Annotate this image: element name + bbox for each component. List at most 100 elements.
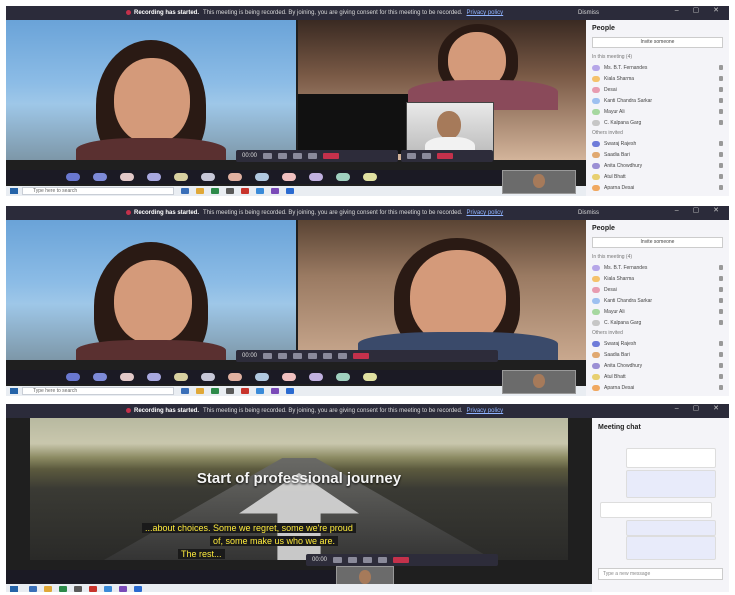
share-icon[interactable] — [363, 557, 373, 563]
participant-row[interactable]: Mayur Ali — [586, 106, 729, 117]
taskbar-app-icon[interactable] — [196, 388, 204, 394]
taskbar-app-icon[interactable] — [286, 188, 294, 194]
hang-up-button[interactable] — [323, 153, 340, 159]
mic-icon[interactable] — [348, 557, 358, 563]
video-thumbnail[interactable] — [502, 170, 576, 194]
participant-avatar-icon[interactable] — [255, 173, 269, 181]
privacy-policy-link[interactable]: Privacy policy — [467, 408, 504, 414]
taskbar-app-icon[interactable] — [59, 586, 67, 592]
window-controls[interactable]: – ▢ ✕ — [675, 6, 725, 14]
participant-row[interactable]: Atul Bhatt — [586, 371, 729, 382]
participant-row[interactable]: Anita Chowdhury — [586, 160, 729, 171]
participant-avatar-icon[interactable] — [255, 373, 269, 381]
participant-row[interactable]: Aparna Desai — [586, 182, 729, 193]
participant-row[interactable]: Saadia Bari — [586, 349, 729, 360]
participant-row[interactable]: Aparna Desai — [586, 382, 729, 393]
taskbar-app-icon[interactable] — [44, 586, 52, 592]
taskbar-app-icon[interactable] — [241, 188, 249, 194]
participant-row[interactable]: Kanti Chandra Sarkar — [586, 295, 729, 306]
participant-row[interactable]: Kanti Chandra Sarkar — [586, 95, 729, 106]
hang-up-button[interactable] — [393, 557, 410, 563]
camera-icon[interactable] — [333, 557, 343, 563]
invite-someone-button[interactable]: Invite someone — [592, 37, 723, 48]
window-controls[interactable]: – ▢ ✕ — [675, 404, 725, 412]
taskbar-app-icon[interactable] — [211, 388, 219, 394]
participant-avatar-icon[interactable] — [120, 173, 134, 181]
participant-row[interactable]: Desai — [586, 84, 729, 95]
participant-avatar-icon[interactable] — [174, 373, 188, 381]
taskbar-app-icon[interactable] — [256, 388, 264, 394]
participant-row[interactable]: C. Kalpana Garg — [586, 117, 729, 128]
taskbar-app-icon[interactable] — [286, 388, 294, 394]
participant-avatar-icon[interactable] — [336, 173, 350, 181]
participant-row[interactable]: Ms. B.T. Fernandes — [586, 262, 729, 273]
participant-row[interactable]: Kiala Sharma — [586, 273, 729, 284]
dismiss-button[interactable]: Dismiss — [578, 206, 599, 220]
participant-avatar-icon[interactable] — [66, 173, 80, 181]
taskbar-app-icon[interactable] — [226, 188, 234, 194]
more-icon[interactable] — [308, 153, 318, 159]
participant-avatar-icon[interactable] — [201, 173, 215, 181]
participant-row[interactable]: Ms. B.T. Fernandes — [586, 62, 729, 73]
privacy-policy-link[interactable]: Privacy policy — [467, 210, 504, 216]
participant-avatar-icon[interactable] — [309, 173, 323, 181]
participant-avatar-icon[interactable] — [228, 373, 242, 381]
participant-avatar-icon[interactable] — [363, 373, 377, 381]
camera-icon[interactable] — [263, 353, 273, 359]
participant-avatar-icon[interactable] — [66, 373, 80, 381]
chat-compose-input[interactable]: Type a new message — [598, 568, 723, 580]
start-icon[interactable] — [10, 188, 18, 194]
participant-row[interactable]: Swaraj Rajesh — [586, 138, 729, 149]
start-icon[interactable] — [10, 388, 18, 394]
taskbar-app-icon[interactable] — [256, 188, 264, 194]
participant-row[interactable]: Atul Bhatt — [586, 171, 729, 182]
taskbar-app-icon[interactable] — [29, 586, 37, 592]
participant-avatar-icon[interactable] — [201, 373, 215, 381]
participant-avatar-icon[interactable] — [282, 373, 296, 381]
participant-avatar-icon[interactable] — [363, 173, 377, 181]
participant-row[interactable]: Swaraj Rajesh — [586, 338, 729, 349]
camera-icon[interactable] — [263, 153, 273, 159]
video-thumbnail[interactable] — [502, 370, 576, 394]
participant-row[interactable]: Anita Chowdhury — [586, 360, 729, 371]
start-icon[interactable] — [10, 586, 18, 592]
taskbar-app-icon[interactable] — [74, 586, 82, 592]
participant-avatar-icon[interactable] — [147, 373, 161, 381]
participant-row[interactable]: Saadia Bari — [586, 149, 729, 160]
mic-icon[interactable] — [278, 353, 288, 359]
chat-icon[interactable] — [323, 353, 333, 359]
participant-avatar-icon[interactable] — [93, 173, 107, 181]
taskbar-app-icon[interactable] — [271, 388, 279, 394]
dismiss-button[interactable]: Dismiss — [578, 6, 599, 20]
more-icon[interactable] — [378, 557, 388, 563]
taskbar-app-icon[interactable] — [181, 388, 189, 394]
participant-avatar-icon[interactable] — [174, 173, 188, 181]
hang-up-button[interactable] — [353, 353, 370, 359]
invite-someone-button[interactable]: Invite someone — [592, 237, 723, 248]
participant-avatar-icon[interactable] — [309, 373, 323, 381]
taskbar-app-icon[interactable] — [211, 188, 219, 194]
privacy-policy-link[interactable]: Privacy policy — [467, 10, 504, 16]
participant-avatar-icon[interactable] — [147, 173, 161, 181]
taskbar-app-icon[interactable] — [241, 388, 249, 394]
taskbar-app-icon[interactable] — [89, 586, 97, 592]
participant-avatar-icon[interactable] — [228, 173, 242, 181]
participant-row[interactable]: Mayur Ali — [586, 306, 729, 317]
participant-avatar-icon[interactable] — [93, 373, 107, 381]
share-icon[interactable] — [293, 153, 303, 159]
window-controls[interactable]: – ▢ ✕ — [675, 206, 725, 214]
participant-row[interactable]: Desai — [586, 284, 729, 295]
mic-icon[interactable] — [278, 153, 288, 159]
taskbar-app-icon[interactable] — [181, 188, 189, 194]
taskbar-app-icon[interactable] — [196, 188, 204, 194]
taskbar-app-icon[interactable] — [226, 388, 234, 394]
taskbar-app-icon[interactable] — [104, 586, 112, 592]
taskbar-search-input[interactable]: Type here to search — [22, 187, 174, 195]
taskbar-app-icon[interactable] — [119, 586, 127, 592]
share-icon[interactable] — [293, 353, 303, 359]
hang-up-button[interactable] — [437, 153, 453, 159]
taskbar-search-input[interactable]: Type here to search — [22, 387, 174, 395]
people-icon[interactable] — [422, 153, 431, 159]
people-icon[interactable] — [338, 353, 348, 359]
taskbar-app-icon[interactable] — [134, 586, 142, 592]
